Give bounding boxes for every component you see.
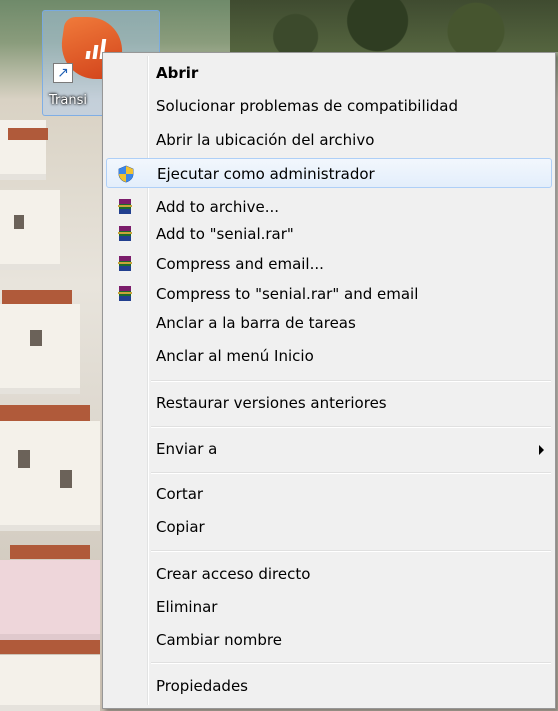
menu-item-label: Compress and email...: [156, 255, 324, 273]
menu-separator: [151, 662, 551, 663]
wallpaper-window: [14, 215, 24, 229]
menu-separator: [151, 426, 551, 427]
wallpaper-house: [0, 655, 100, 711]
menu-separator: [151, 472, 551, 473]
wallpaper-trees: [230, 0, 558, 52]
menu-item-cortar[interactable]: Cortar: [106, 479, 552, 509]
menu-item-label: Copiar: [156, 518, 205, 536]
menu-item-label: Add to "senial.rar": [156, 225, 294, 243]
uac-shield-icon: [118, 165, 134, 183]
winrar-icon: [118, 199, 132, 214]
menu-item-cambiar-nombre[interactable]: Cambiar nombre: [106, 625, 552, 655]
menu-separator: [151, 550, 551, 551]
menu-item-solucionar-compatibilidad[interactable]: Solucionar problemas de compatibilidad: [106, 91, 552, 121]
menu-item-label: Crear acceso directo: [156, 565, 311, 583]
menu-item-label: Abrir la ubicación del archivo: [156, 131, 375, 149]
menu-item-label: Abrir: [156, 64, 199, 82]
menu-item-label: Enviar a: [156, 440, 218, 458]
wallpaper-roof: [2, 290, 72, 304]
wallpaper-roof: [10, 545, 90, 559]
wallpaper-house: [0, 560, 100, 640]
menu-item-label: Cortar: [156, 485, 204, 503]
menu-item-add-to-archive[interactable]: Add to archive...: [106, 192, 552, 222]
wallpaper-roof: [0, 405, 90, 421]
menu-item-compress-and-email[interactable]: Compress and email...: [106, 249, 552, 279]
wallpaper-window: [60, 470, 72, 488]
menu-item-label: Anclar a la barra de tareas: [156, 314, 356, 332]
winrar-icon: [118, 226, 132, 241]
wallpaper-roof: [0, 640, 100, 654]
wallpaper-window: [30, 330, 42, 346]
shortcut-arrow-icon: ↗: [53, 63, 73, 83]
menu-item-abrir-ubicacion[interactable]: Abrir la ubicación del archivo: [106, 125, 552, 155]
menu-item-eliminar[interactable]: Eliminar: [106, 592, 552, 622]
menu-item-crear-acceso-directo[interactable]: Crear acceso directo: [106, 559, 552, 589]
menu-separator: [151, 380, 551, 381]
submenu-arrow-icon: [539, 445, 544, 455]
menu-item-enviar-a[interactable]: Enviar a: [106, 434, 552, 464]
menu-item-ejecutar-admin[interactable]: Ejecutar como administrador: [106, 158, 552, 188]
winrar-icon: [118, 256, 132, 271]
menu-item-label: Ejecutar como administrador: [157, 165, 375, 183]
menu-item-add-to-senial-rar[interactable]: Add to "senial.rar": [106, 219, 552, 249]
menu-item-propiedades[interactable]: Propiedades: [106, 671, 552, 701]
context-menu: Abrir Solucionar problemas de compatibil…: [102, 52, 556, 709]
winrar-icon: [118, 286, 132, 301]
wallpaper-house: [0, 304, 80, 394]
menu-item-label: Restaurar versiones anteriores: [156, 394, 387, 412]
wallpaper-house: [0, 421, 100, 531]
menu-item-anclar-menu-inicio[interactable]: Anclar al menú Inicio: [106, 341, 552, 371]
wallpaper-house: [0, 190, 60, 270]
menu-item-label: Eliminar: [156, 598, 218, 616]
desktop-icon-label: Transi: [49, 93, 87, 108]
menu-item-label: Anclar al menú Inicio: [156, 347, 314, 365]
wallpaper-window: [18, 450, 30, 468]
menu-item-restaurar-versiones[interactable]: Restaurar versiones anteriores: [106, 388, 552, 418]
menu-item-label: Compress to "senial.rar" and email: [156, 285, 419, 303]
wallpaper-roof: [8, 128, 48, 140]
menu-item-label: Solucionar problemas de compatibilidad: [156, 97, 459, 115]
menu-item-compress-to-senial-and-email[interactable]: Compress to "senial.rar" and email: [106, 279, 552, 309]
menu-item-label: Propiedades: [156, 677, 248, 695]
menu-item-label: Add to archive...: [156, 198, 279, 216]
menu-item-copiar[interactable]: Copiar: [106, 512, 552, 542]
menu-item-label: Cambiar nombre: [156, 631, 282, 649]
menu-item-abrir[interactable]: Abrir: [106, 58, 552, 88]
menu-item-anclar-barra-tareas[interactable]: Anclar a la barra de tareas: [106, 308, 552, 338]
